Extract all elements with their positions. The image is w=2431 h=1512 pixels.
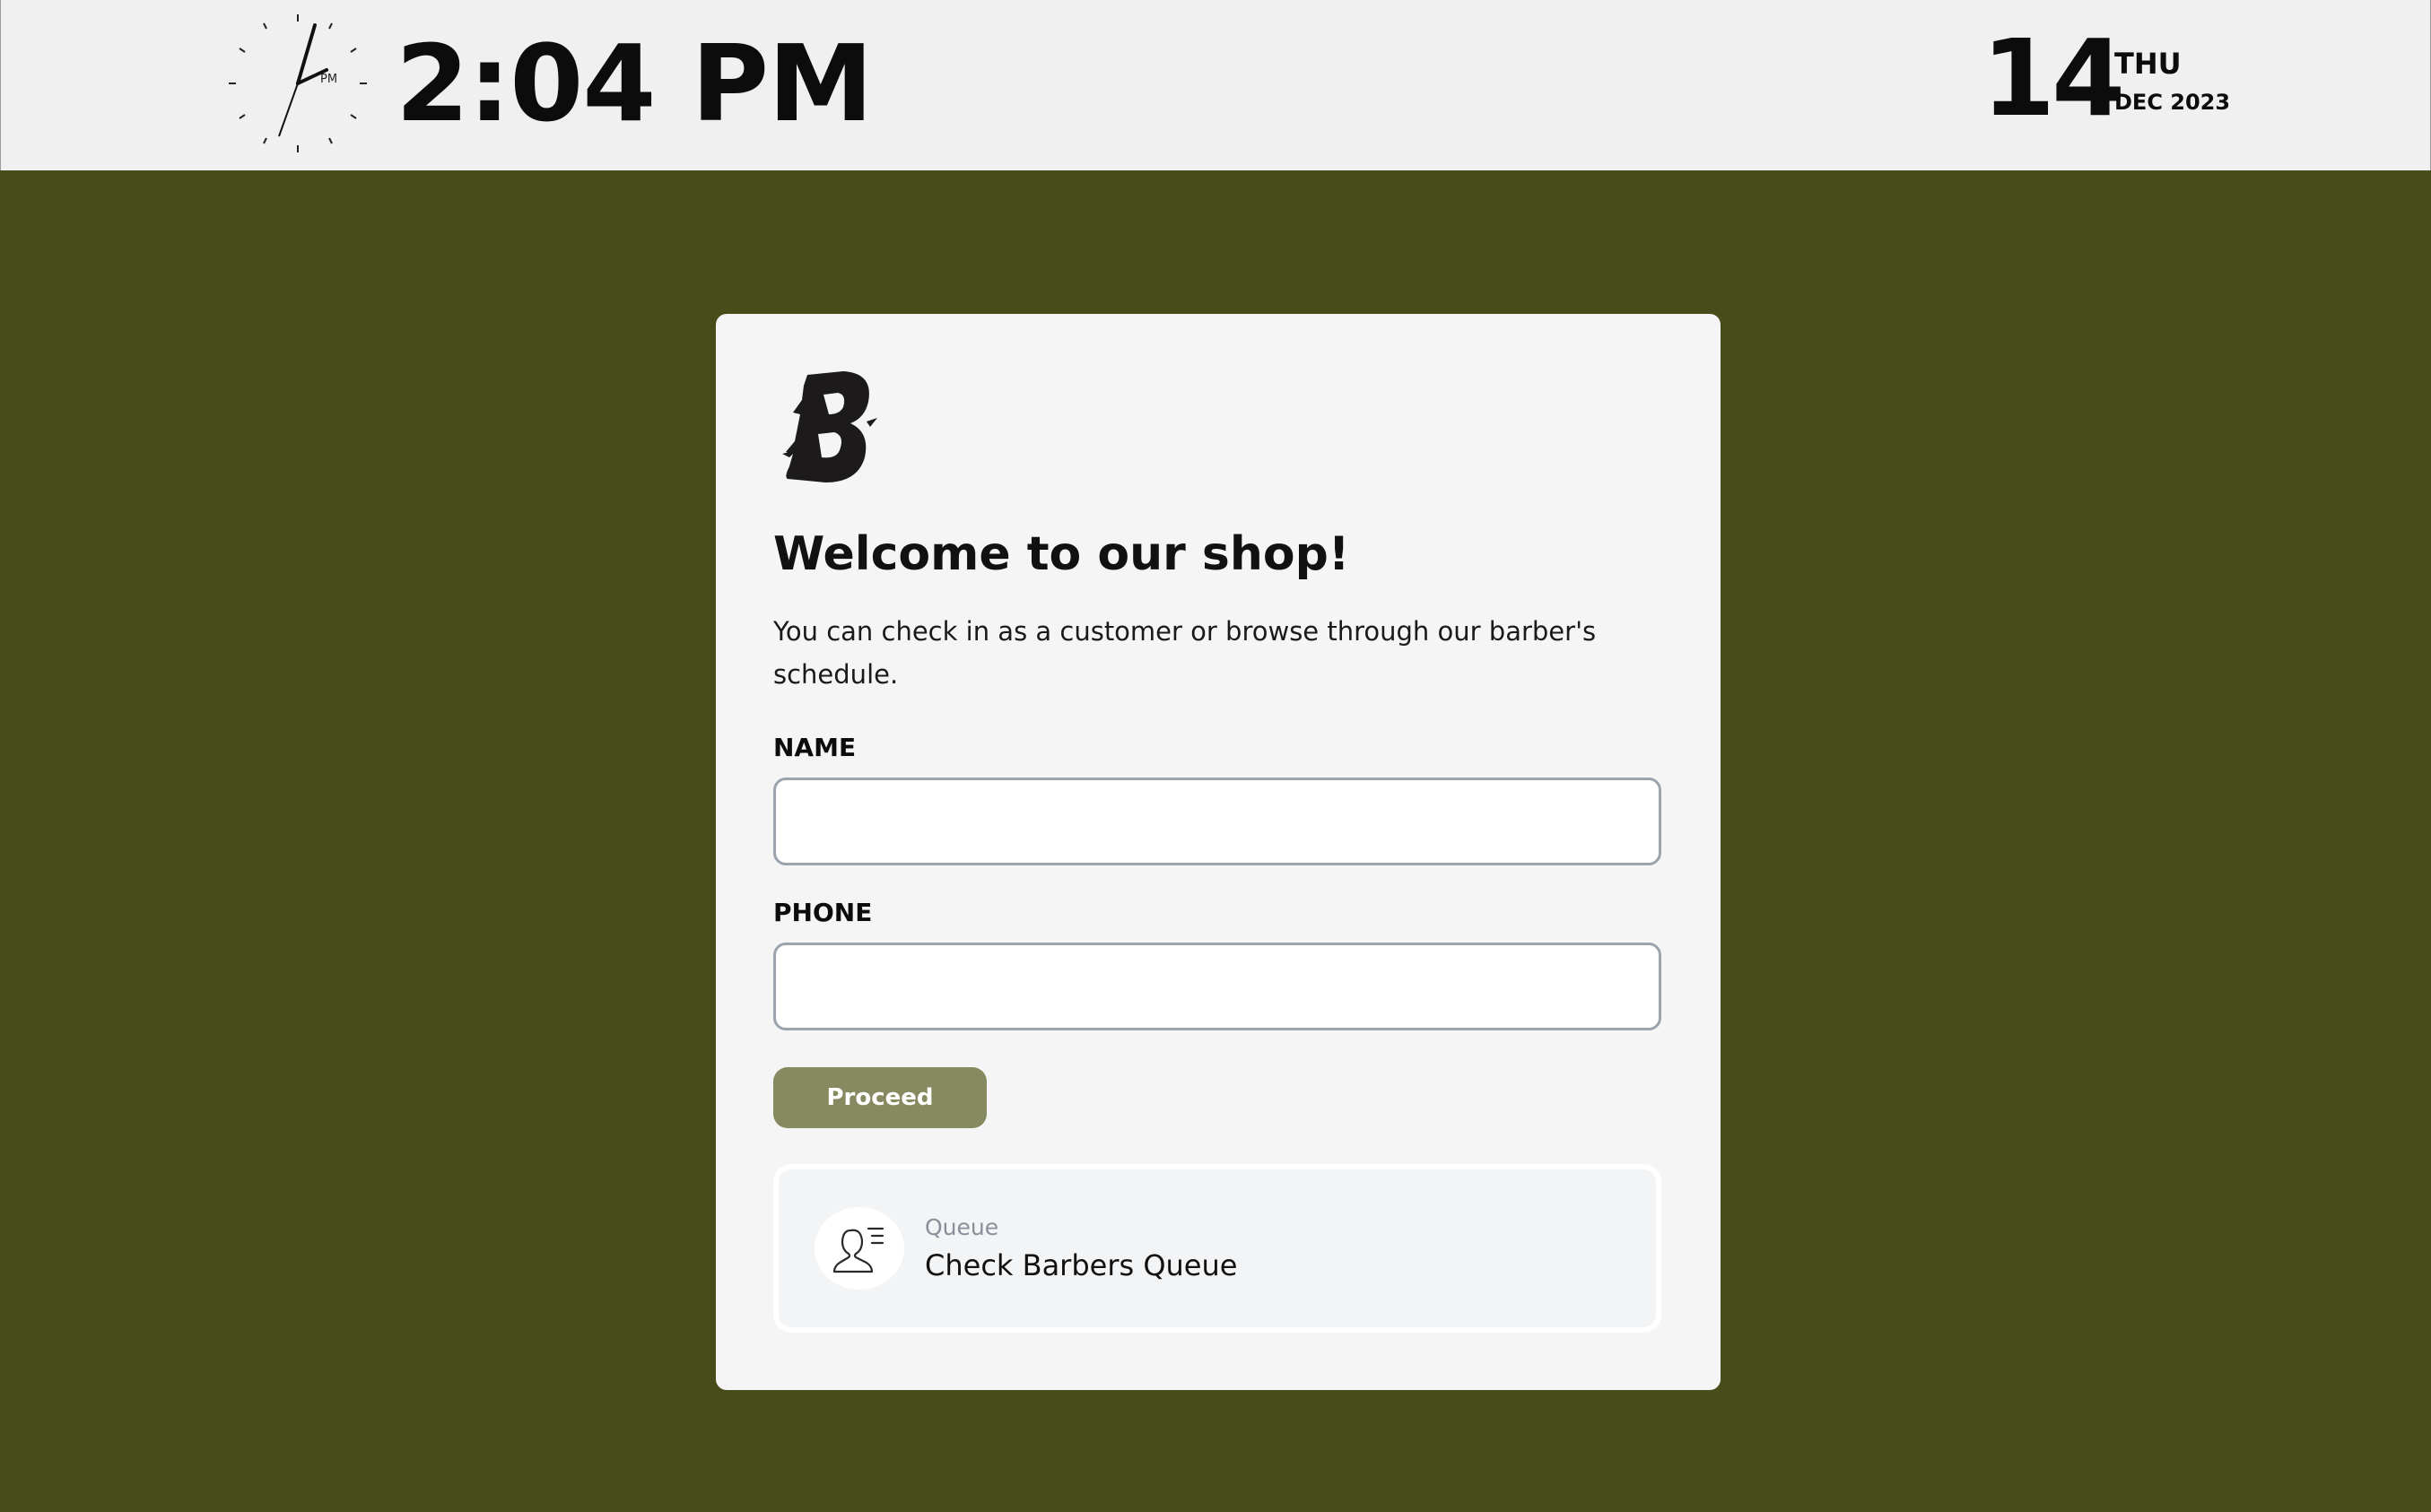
shop-logo [782,371,877,482]
date-weekday: THU [2114,47,2182,81]
queue-icon-container [815,1207,904,1290]
checkin-card: Welcome to our shop! You can check in as… [716,314,1721,1390]
page-title: Welcome to our shop! [773,527,1350,581]
date-day: 14 [1982,16,2125,140]
analog-clock-icon: PM [229,14,367,152]
clock-meridiem: PM [320,73,337,86]
current-time: 2:04 PM [396,22,873,145]
name-label: NAME [773,733,857,762]
phone-label: PHONE [773,898,873,927]
customer-queue-icon [832,1227,884,1273]
queue-caption: Queue [925,1214,999,1240]
phone-input[interactable] [773,943,1661,1030]
page-subtitle: You can check in as a customer or browse… [773,616,1597,690]
name-input[interactable] [773,778,1661,865]
top-bar: PM 2:04 PM 14 THU DEC 2023 [0,0,2431,170]
date-month-year: DEC 2023 [2114,90,2231,115]
proceed-button[interactable]: Proceed [773,1067,987,1128]
check-queue-link[interactable]: Queue Check Barbers Queue [773,1164,1661,1333]
queue-title: Check Barbers Queue [925,1248,1238,1282]
